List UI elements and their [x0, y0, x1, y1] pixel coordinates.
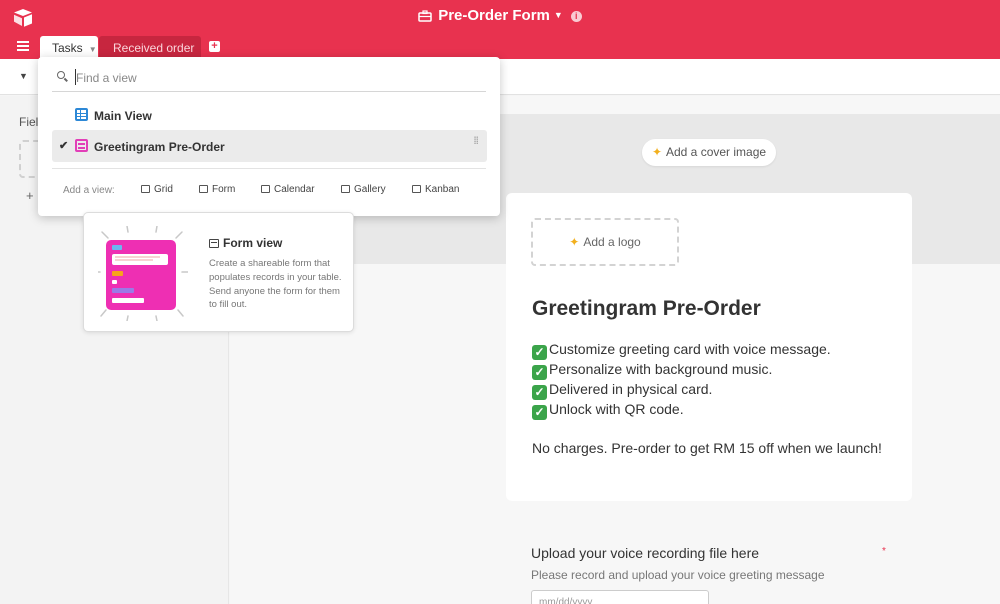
check-mark-icon: ✓ — [532, 405, 547, 420]
form-note: No charges. Pre-order to get RM 15 off w… — [532, 440, 882, 456]
drag-handle-icon[interactable]: ⁞⁞ — [473, 137, 479, 147]
form-icon — [209, 239, 219, 248]
add-option-label: Form — [212, 184, 236, 195]
divider — [52, 168, 486, 169]
top-bar: Pre-Order Form ▼ i — [0, 0, 1000, 36]
checklist-item-text: Customize greeting card with voice messa… — [549, 341, 831, 357]
add-cover-image-button[interactable]: ✦ Add a cover image — [642, 139, 776, 166]
date-input[interactable]: mm/dd/yyyy — [531, 590, 709, 604]
view-item-main-view[interactable]: Main View — [52, 99, 487, 131]
add-gallery-view-button[interactable]: Gallery — [341, 184, 386, 195]
briefcase-icon — [418, 10, 432, 22]
find-view-input[interactable] — [76, 69, 476, 87]
chevron-down-icon: ▼ — [88, 45, 97, 54]
checklist-item-text: Delivered in physical card. — [549, 381, 713, 397]
question-label[interactable]: Upload your voice recording file here — [531, 545, 759, 561]
checklist-item-text: Unlock with QR code. — [549, 401, 684, 417]
gallery-icon — [341, 185, 350, 193]
tooltip-body: Create a shareable form that populates r… — [209, 258, 342, 311]
form-header-card: ✦ Add a logo Greetingram Pre-Order ✓ Custo… — [506, 193, 912, 501]
add-view-label: Add a view: — [63, 185, 115, 196]
base-title[interactable]: Pre-Order Form ▼ i — [0, 7, 1000, 24]
add-table-icon[interactable]: + — [209, 41, 220, 52]
check-mark-icon: ✓ — [532, 365, 547, 380]
tab-label: Tasks — [52, 41, 83, 55]
check-mark-icon: ✓ — [532, 345, 547, 360]
tooltip-title-text: Form view — [223, 236, 283, 250]
fields-label: Fiel — [19, 115, 39, 129]
add-grid-view-button[interactable]: Grid — [141, 184, 173, 195]
grid-icon — [75, 108, 88, 121]
tab-label: Received order — [113, 41, 195, 55]
form-view-illustration — [98, 226, 188, 321]
add-option-label: Gallery — [354, 184, 386, 195]
sparkle-icon: ✦ — [651, 145, 662, 159]
add-option-label: Calendar — [274, 184, 315, 195]
form-icon — [199, 185, 208, 193]
table-tab-bar: Tasks ▼ Received order + — [0, 36, 1000, 59]
view-item-label: Main View — [94, 109, 152, 123]
check-mark-icon: ✓ — [532, 385, 547, 400]
add-option-label: Grid — [154, 184, 173, 195]
checklist-item: ✓ Unlock with QR code. — [532, 400, 892, 420]
info-icon[interactable]: i — [570, 11, 582, 22]
add-calendar-view-button[interactable]: Calendar — [261, 184, 315, 195]
view-item-greetingram-pre-order[interactable]: ✔ Greetingram Pre-Order ⁞⁞ — [52, 130, 487, 162]
form-description[interactable]: ✓ Customize greeting card with voice mess… — [532, 340, 892, 458]
search-icon — [57, 71, 65, 79]
tab-received-order[interactable]: Received order — [99, 36, 201, 59]
checklist-item: ✓ Customize greeting card with voice mess… — [532, 340, 892, 360]
view-switcher-caret-icon[interactable]: ▼ — [19, 71, 28, 81]
form-title[interactable]: Greetingram Pre-Order — [532, 297, 761, 321]
view-item-label: Greetingram Pre-Order — [94, 140, 225, 154]
tab-tasks[interactable]: Tasks ▼ — [40, 36, 98, 59]
view-switcher-menu: Main View ✔ Greetingram Pre-Order ⁞⁞ Add… — [38, 57, 500, 216]
form-icon — [75, 139, 88, 152]
add-option-label: Kanban — [425, 184, 460, 195]
base-title-text: Pre-Order Form — [438, 7, 550, 24]
checklist-item: ✓ Personalize with background music. — [532, 360, 892, 380]
add-cover-image-label: Add a cover image — [666, 145, 767, 159]
view-search — [52, 66, 486, 92]
add-logo-label: Add a logo — [583, 235, 641, 249]
form-view-tooltip: Form view Create a shareable form that p… — [83, 212, 354, 332]
calendar-icon — [261, 185, 270, 193]
grid-icon — [141, 185, 150, 193]
required-marker: * — [882, 546, 886, 557]
chevron-down-icon: ▼ — [553, 10, 563, 20]
add-logo-button[interactable]: ✦ Add a logo — [531, 218, 679, 266]
checklist-item: ✓ Delivered in physical card. — [532, 380, 892, 400]
sparkle-icon: ✦ — [569, 235, 580, 249]
question-help-text[interactable]: Please record and upload your voice gree… — [531, 568, 825, 582]
checkmark-icon: ✔ — [59, 140, 69, 152]
kanban-icon — [412, 185, 421, 193]
tooltip-title: Form view — [209, 236, 282, 250]
checklist-item-text: Personalize with background music. — [549, 361, 773, 377]
add-kanban-view-button[interactable]: Kanban — [412, 184, 459, 195]
hamburger-menu-icon[interactable] — [17, 41, 29, 51]
add-form-view-button[interactable]: Form — [199, 184, 235, 195]
add-field-icon[interactable]: + — [26, 188, 34, 203]
